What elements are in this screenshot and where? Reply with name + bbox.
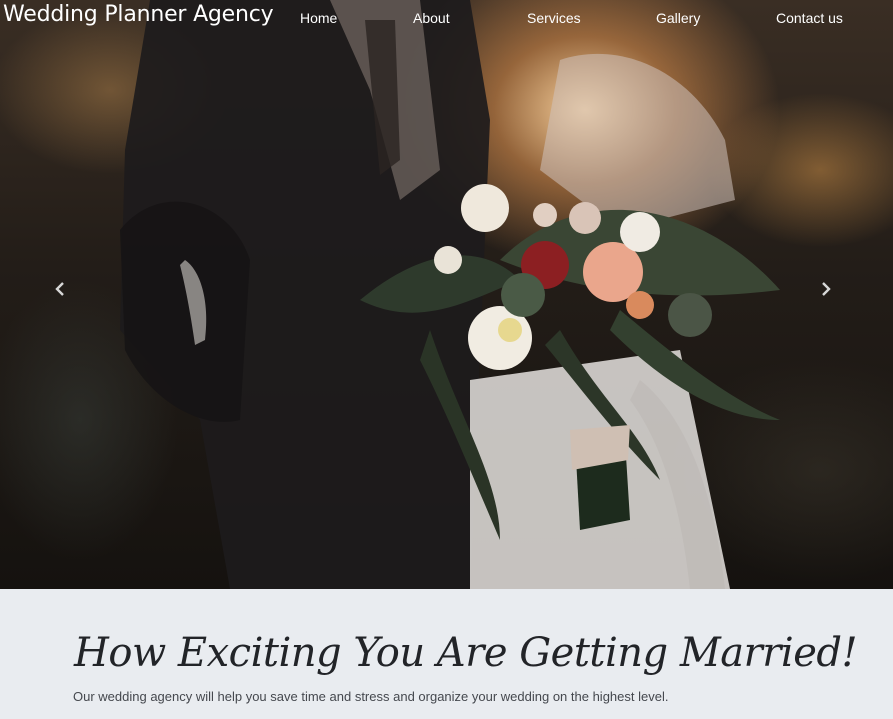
intro-text: Our wedding agency will help you save ti… xyxy=(73,689,669,704)
nav-link-gallery[interactable]: Gallery xyxy=(656,10,700,26)
hero-carousel: Wedding Planner Agency Home About Servic… xyxy=(0,0,893,589)
nav-link-about[interactable]: About xyxy=(413,10,450,26)
carousel-next-button[interactable] xyxy=(816,279,836,299)
intro-heading: How Exciting You Are Getting Married! xyxy=(74,630,858,676)
chevron-right-icon xyxy=(822,282,831,296)
carousel-prev-button[interactable] xyxy=(50,279,70,299)
chevron-left-icon xyxy=(55,282,64,296)
nav-link-contact[interactable]: Contact us xyxy=(776,10,843,26)
intro-section: How Exciting You Are Getting Married! Ou… xyxy=(0,589,893,719)
main-navigation: Home About Services Gallery Contact us xyxy=(0,10,893,30)
hero-photo xyxy=(120,0,780,589)
nav-link-home[interactable]: Home xyxy=(300,10,337,26)
nav-link-services[interactable]: Services xyxy=(527,10,581,26)
